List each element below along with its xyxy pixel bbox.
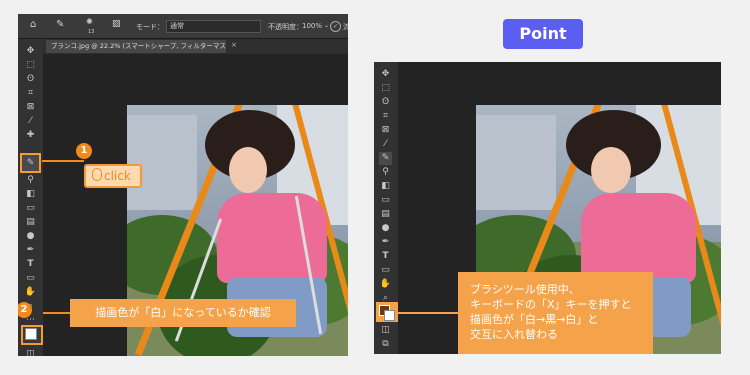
brush-tool-icon[interactable]: ✎ bbox=[20, 153, 41, 173]
callout-1-connector bbox=[42, 160, 84, 162]
photoshop-window-right: ✥ ⬚ ʘ ⌗ ⊠ ⁄ ✎ ⚲ ◧ ▭ ▤ ● ✒ T ▭ ✋ ⌕ ⋯ ◫ ⧉ bbox=[374, 62, 721, 354]
mode-select[interactable]: 通常 bbox=[166, 20, 261, 33]
path-selection-icon[interactable]: ▭ bbox=[379, 264, 392, 277]
photoshop-window-left: ⌂ ✎ ✺ 13 ▨ モード： 通常 不透明度： 100% ⌄ ✓ 流 ブランコ… bbox=[18, 14, 348, 356]
click-callout: click bbox=[84, 164, 142, 188]
brush-tool-icon[interactable]: ✎ bbox=[379, 152, 392, 165]
eraser-tool-icon[interactable]: ▭ bbox=[379, 194, 392, 207]
document-tabbar: ブランコ.jpg @ 22.2% (スマートシャープ, フィルターマスク/8) … bbox=[43, 39, 348, 54]
screen-mode-icon[interactable]: ⧉ bbox=[379, 338, 392, 351]
history-brush-icon[interactable]: ◧ bbox=[24, 188, 37, 201]
note-line-1: ブラシツール使用中、 bbox=[470, 283, 580, 296]
dodge-tool-icon[interactable]: ● bbox=[24, 230, 37, 243]
document-tab-title: ブランコ.jpg @ 22.2% (スマートシャープ, フィルターマスク/8) … bbox=[51, 42, 226, 50]
close-tab-icon[interactable]: × bbox=[231, 41, 237, 49]
crop-tool-icon[interactable]: ⌗ bbox=[379, 110, 392, 123]
quick-mask-icon[interactable]: ◫ bbox=[379, 324, 392, 337]
opacity-label: 不透明度： bbox=[268, 23, 303, 31]
path-selection-icon[interactable]: ▭ bbox=[24, 272, 37, 285]
mouse-icon bbox=[92, 168, 102, 181]
note-line-3: 描画色が「白→黒→白」と bbox=[470, 313, 599, 326]
shortcut-note: ブラシツール使用中、 キーボードの「X」キーを押すと 描画色が「白→黒→白」と … bbox=[458, 272, 653, 354]
foreground-color-swatch[interactable] bbox=[25, 328, 37, 340]
brush-preview-icon[interactable]: ✺ bbox=[86, 17, 93, 26]
hand-tool-icon[interactable]: ✋ bbox=[379, 278, 392, 291]
step-1-badge: 1 bbox=[76, 143, 92, 159]
eraser-tool-icon[interactable]: ▭ bbox=[24, 202, 37, 215]
point-label: Point bbox=[503, 19, 583, 49]
note-line-4: 交互に入れ替わる bbox=[470, 328, 558, 341]
eyedropper-tool-icon[interactable]: ⁄ bbox=[24, 115, 37, 128]
pen-tool-icon[interactable]: ✒ bbox=[379, 236, 392, 249]
brush-panel-icon[interactable]: ▨ bbox=[112, 19, 121, 29]
color-check-note: 描画色が「白」になっているか確認 bbox=[70, 299, 296, 327]
note-line-2: キーボードの「X」キーを押すと bbox=[470, 298, 632, 311]
frame-tool-icon[interactable]: ⊠ bbox=[24, 101, 37, 114]
brush-tool-preset-icon[interactable]: ✎ bbox=[56, 19, 64, 30]
gradient-tool-icon[interactable]: ▤ bbox=[24, 216, 37, 229]
healing-tool-icon[interactable]: ✚ bbox=[24, 129, 37, 142]
type-tool-icon[interactable]: T bbox=[24, 258, 37, 271]
lasso-tool-icon[interactable]: ʘ bbox=[24, 73, 37, 86]
marquee-tool-icon[interactable]: ⬚ bbox=[379, 82, 392, 95]
flow-label: 流 bbox=[343, 23, 348, 31]
stamp-tool-icon[interactable]: ⚲ bbox=[24, 174, 37, 187]
marquee-tool-icon[interactable]: ⬚ bbox=[24, 59, 37, 72]
click-text: click bbox=[104, 169, 131, 183]
crop-tool-icon[interactable]: ⌗ bbox=[24, 87, 37, 100]
quick-mask-icon[interactable]: ◫ bbox=[24, 348, 37, 356]
frame-tool-icon[interactable]: ⊠ bbox=[379, 124, 392, 137]
history-brush-icon[interactable]: ◧ bbox=[379, 180, 392, 193]
hand-tool-icon[interactable]: ✋ bbox=[24, 286, 37, 299]
mode-label: モード： bbox=[136, 23, 164, 31]
eyedropper-tool-icon[interactable]: ⁄ bbox=[379, 138, 392, 151]
stamp-tool-icon[interactable]: ⚲ bbox=[379, 166, 392, 179]
pressure-opacity-icon[interactable]: ✓ bbox=[330, 21, 341, 32]
pen-tool-icon[interactable]: ✒ bbox=[24, 244, 37, 257]
document-tab[interactable]: ブランコ.jpg @ 22.2% (スマートシャープ, フィルターマスク/8) … bbox=[46, 40, 226, 53]
dodge-tool-icon[interactable]: ● bbox=[379, 222, 392, 235]
lasso-tool-icon[interactable]: ʘ bbox=[379, 96, 392, 109]
type-tool-icon[interactable]: T bbox=[379, 250, 392, 263]
callout-2-connector bbox=[43, 312, 71, 314]
home-icon[interactable]: ⌂ bbox=[30, 19, 36, 30]
brush-size: 13 bbox=[88, 29, 95, 35]
options-bar: ⌂ ✎ ✺ 13 ▨ モード： 通常 不透明度： 100% ⌄ ✓ 流 bbox=[18, 14, 348, 39]
opacity-dropdown-icon[interactable]: ⌄ bbox=[324, 22, 329, 29]
gradient-tool-icon[interactable]: ▤ bbox=[379, 208, 392, 221]
background-color-swatch[interactable] bbox=[384, 310, 395, 321]
opacity-value[interactable]: 100% bbox=[302, 22, 322, 30]
move-tool-icon[interactable]: ✥ bbox=[24, 45, 37, 58]
note-connector bbox=[398, 312, 458, 314]
tools-panel-right: ✥ ⬚ ʘ ⌗ ⊠ ⁄ ✎ ⚲ ◧ ▭ ▤ ● ✒ T ▭ ✋ ⌕ ⋯ ◫ ⧉ bbox=[374, 62, 398, 354]
move-tool-icon[interactable]: ✥ bbox=[379, 68, 392, 81]
